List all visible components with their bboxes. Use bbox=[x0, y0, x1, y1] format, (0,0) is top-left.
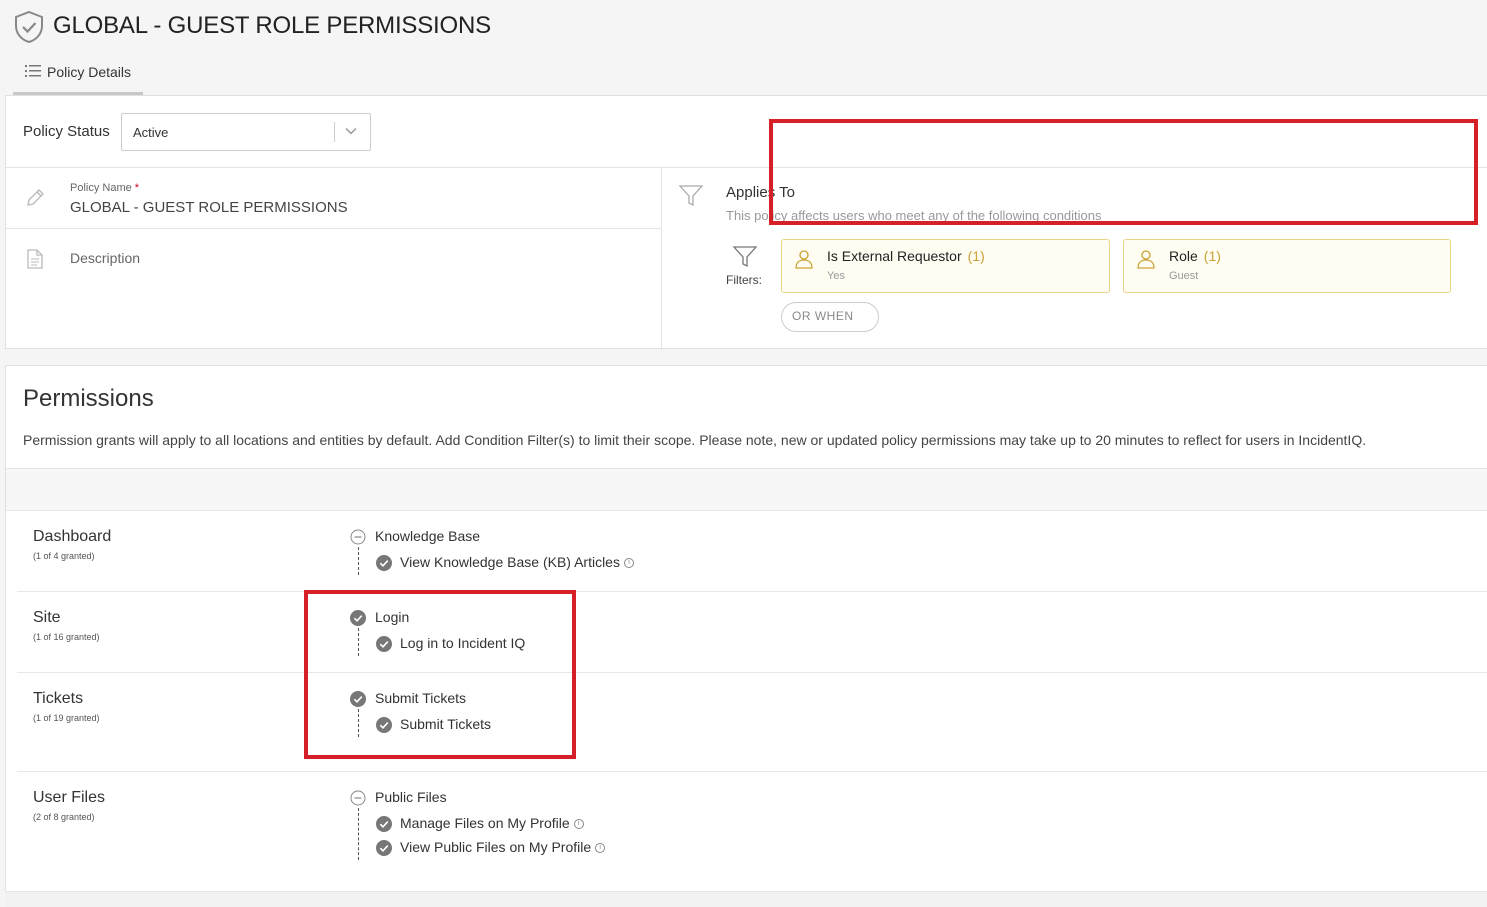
check-circle-icon[interactable] bbox=[376, 555, 392, 571]
category-name-dashboard: Dashboard bbox=[33, 528, 112, 545]
permission-item-label: View Knowledge Base (KB) Articles bbox=[400, 554, 620, 570]
check-circle-icon[interactable] bbox=[376, 816, 392, 832]
or-when-button[interactable]: OR WHEN bbox=[781, 302, 879, 332]
filter-chip-title: Role (1) bbox=[1169, 248, 1221, 264]
highlight-box-filters bbox=[769, 119, 1478, 225]
document-icon bbox=[27, 249, 43, 269]
info-icon[interactable]: i bbox=[623, 558, 634, 569]
person-icon bbox=[795, 250, 813, 269]
permission-group-label: Public Files bbox=[375, 789, 447, 805]
filter-chip-title: Is External Requestor (1) bbox=[827, 248, 985, 264]
filter-chip-name: Is External Requestor bbox=[827, 248, 962, 264]
tree-connector bbox=[358, 547, 359, 575]
policy-name-field[interactable]: GLOBAL - GUEST ROLE PERMISSIONS bbox=[70, 199, 348, 216]
permission-item-label: View Public Files on My Profile bbox=[400, 839, 592, 855]
info-icon[interactable]: i bbox=[595, 843, 606, 854]
page-header: GLOBAL - GUEST ROLE PERMISSIONS Policy D… bbox=[0, 0, 1487, 96]
info-icon[interactable]: i bbox=[573, 819, 584, 830]
policy-name-label: Policy Name * bbox=[70, 182, 139, 194]
filter-chip-value: Yes bbox=[827, 270, 845, 282]
select-separator bbox=[334, 122, 335, 142]
row-divider bbox=[17, 771, 1487, 772]
shield-icon bbox=[15, 10, 43, 44]
funnel-icon[interactable] bbox=[732, 244, 758, 270]
policy-name-label-text: Policy Name bbox=[70, 182, 132, 194]
permissions-title: Permissions bbox=[23, 385, 154, 412]
permissions-description: Permission grants will apply to all loca… bbox=[23, 432, 1367, 448]
description-field[interactable]: Description bbox=[70, 250, 140, 266]
policy-status-value: Active bbox=[133, 125, 169, 140]
page-title: GLOBAL - GUEST ROLE PERMISSIONS bbox=[53, 12, 491, 39]
row-divider bbox=[17, 672, 1487, 673]
minus-circle-icon[interactable] bbox=[350, 529, 366, 545]
funnel-icon bbox=[678, 185, 704, 207]
permission-item: View Knowledge Base (KB) Articles i bbox=[400, 554, 634, 570]
category-granted-count: (1 of 19 granted) bbox=[33, 713, 100, 723]
highlight-box-permissions bbox=[304, 590, 576, 759]
permissions-toolbar-band bbox=[6, 468, 1487, 511]
policy-status-label: Policy Status bbox=[23, 123, 110, 140]
category-name-site: Site bbox=[33, 609, 61, 626]
category-name-user-files: User Files bbox=[33, 789, 106, 806]
tab-policy-details[interactable]: Policy Details bbox=[13, 56, 143, 95]
filter-chip-role[interactable]: Role (1) Guest bbox=[1123, 239, 1451, 293]
row-divider bbox=[17, 591, 1487, 592]
chevron-down-icon[interactable] bbox=[344, 124, 358, 138]
category-granted-count: (2 of 8 granted) bbox=[33, 812, 95, 822]
minus-circle-icon[interactable] bbox=[350, 790, 366, 806]
person-icon bbox=[1137, 250, 1155, 269]
filter-chip-count: (1) bbox=[1203, 248, 1221, 264]
list-icon bbox=[25, 65, 41, 77]
permission-group-label: Knowledge Base bbox=[375, 528, 481, 544]
divider bbox=[6, 228, 661, 229]
category-name-tickets: Tickets bbox=[33, 690, 84, 707]
permission-item: Manage Files on My Profile i bbox=[400, 815, 584, 831]
permissions-card: Permissions Permission grants will apply… bbox=[5, 365, 1487, 907]
required-marker: * bbox=[134, 182, 140, 194]
category-granted-count: (1 of 16 granted) bbox=[33, 632, 100, 642]
filter-chip-name: Role bbox=[1169, 248, 1198, 264]
tree-connector bbox=[358, 808, 359, 860]
filter-chip-external-requestor[interactable]: Is External Requestor (1) Yes bbox=[781, 239, 1110, 293]
policy-status-select[interactable]: Active bbox=[121, 113, 371, 151]
filters-label: Filters: bbox=[726, 273, 762, 287]
permission-item-label: Manage Files on My Profile bbox=[400, 815, 570, 831]
permissions-footer-band bbox=[5, 891, 1487, 907]
filter-chip-value: Guest bbox=[1169, 270, 1199, 282]
divider bbox=[661, 167, 662, 350]
permission-item: View Public Files on My Profile i bbox=[400, 839, 606, 855]
tab-label: Policy Details bbox=[47, 64, 132, 80]
category-granted-count: (1 of 4 granted) bbox=[33, 551, 95, 561]
pencil-icon bbox=[27, 189, 44, 206]
filter-chip-count: (1) bbox=[967, 248, 985, 264]
check-circle-icon[interactable] bbox=[376, 840, 392, 856]
